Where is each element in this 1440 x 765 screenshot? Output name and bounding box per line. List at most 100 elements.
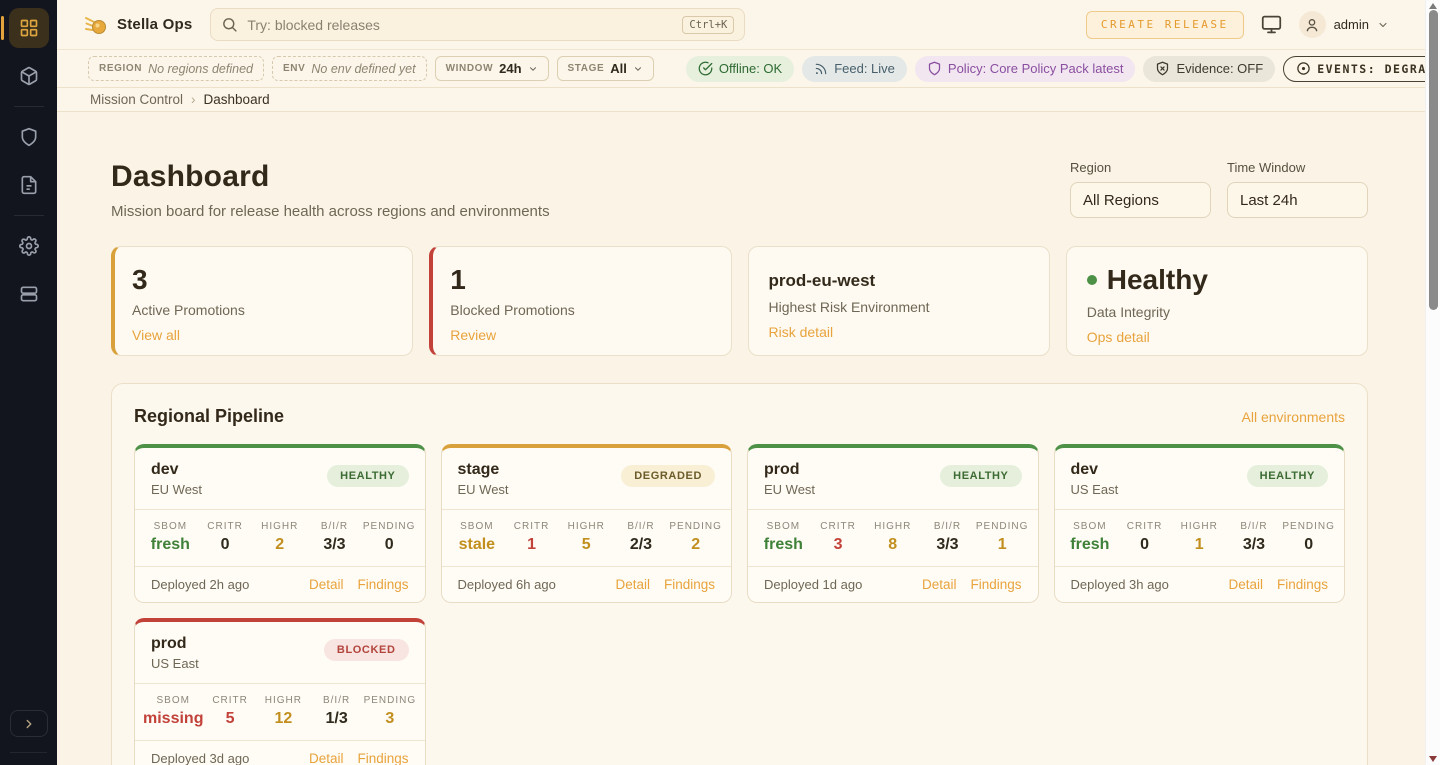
findings-link[interactable]: Findings (357, 751, 408, 765)
time-window-filter-select[interactable]: Last 24h (1227, 182, 1368, 218)
breadcrumb-current: Dashboard (204, 92, 270, 107)
region-filter-select[interactable]: All Regions (1070, 182, 1211, 218)
region-filter-label: Region (1070, 160, 1211, 175)
findings-link[interactable]: Findings (664, 577, 715, 592)
sidebar-item-policies[interactable] (9, 117, 49, 157)
user-menu[interactable]: admin (1299, 11, 1389, 38)
sidebar-bottom-divider (10, 752, 47, 753)
sidebar-item-documents[interactable] (9, 165, 49, 205)
brand[interactable]: Stella Ops (84, 13, 192, 37)
scroll-up-arrow[interactable] (1429, 3, 1437, 9)
gear-icon (19, 236, 39, 256)
summary-card-active-promotions: 3 Active Promotions View all (111, 246, 413, 356)
window-dropdown[interactable]: WINDOW 24h (435, 56, 549, 81)
stat-pending: PENDING1 (975, 521, 1030, 554)
region-pill-label: REGION (99, 63, 142, 74)
env-pill-label: ENV (283, 63, 305, 74)
summary-label: Data Integrity (1087, 304, 1347, 320)
healthy-dot-icon (1087, 275, 1097, 285)
env-region: EU West (764, 482, 815, 497)
pipeline-card-prod-eu-west: prod EU West HEALTHY SBOMfresh CRITR3 HI… (747, 444, 1039, 603)
scrollbar-thumb[interactable] (1429, 10, 1438, 310)
env-region: US East (151, 656, 199, 671)
server-icon (19, 284, 39, 304)
status-badge: BLOCKED (324, 639, 409, 661)
breadcrumb: Mission Control › Dashboard (57, 88, 1425, 112)
stage-label: STAGE (568, 63, 605, 74)
page-title: Dashboard (111, 160, 550, 194)
sidebar-item-packages[interactable] (9, 56, 49, 96)
summary-card-blocked-promotions: 1 Blocked Promotions Review (429, 246, 731, 356)
breadcrumb-parent[interactable]: Mission Control (90, 92, 183, 107)
feed-status-label: Feed: Live (834, 61, 895, 76)
pipeline-card-stage-eu-west: stage EU West DEGRADED SBOMstale CRITR1 … (441, 444, 733, 603)
env-region: EU West (458, 482, 509, 497)
stat-critr: CRITR0 (198, 521, 253, 554)
detail-link[interactable]: Detail (1228, 577, 1263, 592)
env-name: dev (151, 461, 202, 479)
chevron-right-icon (22, 717, 36, 731)
summary-card-data-integrity: Healthy Data Integrity Ops detail (1066, 246, 1368, 356)
stat-bir: B/I/R3/3 (920, 521, 975, 554)
sidebar-item-dashboard[interactable] (9, 8, 49, 48)
region-context-pill[interactable]: REGION No regions defined (88, 56, 264, 81)
env-pill-value: No env defined yet (311, 62, 415, 76)
offline-status-label: Offline: OK (719, 61, 782, 76)
ops-detail-link[interactable]: Ops detail (1087, 329, 1150, 345)
stage-dropdown[interactable]: STAGE All (557, 56, 654, 81)
offline-status-badge: Offline: OK (686, 56, 794, 82)
search-icon (221, 16, 238, 33)
findings-link[interactable]: Findings (970, 577, 1021, 592)
findings-link[interactable]: Findings (357, 577, 408, 592)
env-context-pill[interactable]: ENV No env defined yet (272, 56, 427, 81)
monitor-button[interactable] (1261, 14, 1282, 35)
all-environments-link[interactable]: All environments (1242, 409, 1346, 425)
active-indicator (1, 16, 4, 40)
global-search[interactable]: Ctrl+K (210, 8, 745, 41)
summary-value: 3 (132, 265, 392, 296)
time-window-filter-label: Time Window (1227, 160, 1368, 175)
view-all-link[interactable]: View all (132, 327, 180, 343)
detail-link[interactable]: Detail (615, 577, 650, 592)
top-header: Stella Ops Ctrl+K CREATE RELEASE (57, 0, 1425, 50)
sidebar-item-infrastructure[interactable] (9, 274, 49, 314)
detail-link[interactable]: Detail (309, 751, 344, 765)
detail-link[interactable]: Detail (309, 577, 344, 592)
sidebar-item-settings[interactable] (9, 226, 49, 266)
stat-critr: CRITR5 (203, 695, 256, 728)
breadcrumb-separator: › (191, 92, 196, 107)
stat-sbom: SBOMmissing (143, 695, 203, 728)
stat-bir: B/I/R3/3 (1227, 521, 1282, 554)
search-shortcut-badge: Ctrl+K (682, 16, 734, 34)
pipeline-card-dev-us-east: dev US East HEALTHY SBOMfresh CRITR0 HIG… (1054, 444, 1346, 603)
summary-label: Blocked Promotions (450, 302, 710, 318)
findings-link[interactable]: Findings (1277, 577, 1328, 592)
create-release-button[interactable]: CREATE RELEASE (1086, 11, 1244, 39)
vertical-scrollbar[interactable] (1425, 0, 1440, 765)
deployed-timestamp: Deployed 3d ago (151, 751, 249, 765)
grid-icon (19, 18, 39, 38)
summary-label: Highest Risk Environment (769, 299, 1029, 315)
risk-detail-link[interactable]: Risk detail (769, 324, 834, 340)
sidebar-collapse-button[interactable] (10, 710, 48, 737)
search-input[interactable] (247, 17, 682, 33)
env-name: stage (458, 461, 509, 479)
events-status-badge: EVENTS: DEGRADED (1283, 56, 1425, 82)
pipeline-card-dev-eu-west: dev EU West HEALTHY SBOMfresh CRITR0 HIG… (134, 444, 426, 603)
scroll-down-arrow[interactable] (1429, 756, 1437, 762)
review-link[interactable]: Review (450, 327, 496, 343)
stat-bir: B/I/R1/3 (310, 695, 363, 728)
window-value: 24h (499, 61, 521, 76)
status-badge: HEALTHY (940, 465, 1021, 487)
shield-icon (927, 61, 942, 76)
stat-sbom: SBOMfresh (1063, 521, 1118, 554)
detail-link[interactable]: Detail (922, 577, 957, 592)
stat-highr: HIGHR12 (257, 695, 310, 728)
deployed-timestamp: Deployed 6h ago (458, 577, 556, 592)
shield-off-icon (1155, 61, 1170, 76)
summary-value: prod-eu-west (769, 265, 1029, 291)
check-circle-icon (698, 61, 713, 76)
summary-value: 1 (450, 265, 710, 296)
deployed-timestamp: Deployed 1d ago (764, 577, 862, 592)
status-badge: DEGRADED (621, 465, 715, 487)
